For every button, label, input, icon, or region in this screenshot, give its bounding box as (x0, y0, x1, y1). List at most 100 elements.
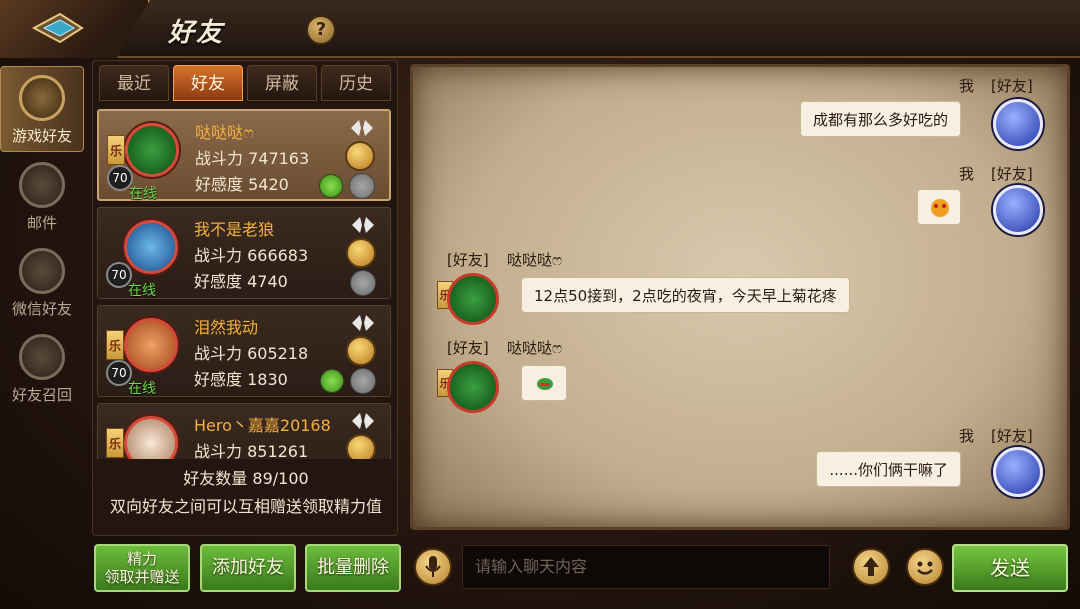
face-emoji-icon (931, 199, 949, 217)
message-bubble: 成都有那么多好吃的 (799, 101, 961, 137)
friend-tag: [好友] (991, 165, 1033, 183)
send-energy-icon[interactable] (346, 238, 376, 268)
button-line: 精力 (126, 550, 157, 568)
message-sender: 我 (959, 427, 975, 445)
friend-card[interactable]: 乐 Hero丶嘉嘉20168 战斗力 851261 (97, 403, 391, 459)
friend-list[interactable]: 乐 70 在线 哒哒哒ෆ 战斗力 747163 好感度 5420 70 在线 我… (97, 109, 395, 459)
header-bar: 好友 ? (0, 0, 1080, 58)
friend-card[interactable]: 70 在线 我不是老狼 战斗力 666683 好感度 4740 (97, 207, 391, 299)
friend-name: Hero丶嘉嘉20168 (194, 416, 331, 435)
emoji-button[interactable] (906, 548, 944, 586)
avatar: 乐 70 在线 (106, 312, 180, 397)
friend-tag: [好友] (447, 339, 489, 357)
avatar: 乐 70 在线 (107, 117, 181, 202)
scroll-up-button[interactable] (852, 548, 890, 586)
message-bubble: ......你们俩干嘛了 (816, 451, 961, 487)
microphone-icon[interactable] (414, 548, 452, 586)
my-avatar[interactable] (993, 447, 1043, 497)
friend-favor: 好感度 4740 (194, 272, 288, 291)
sidebar: 游戏好友 邮件 微信好友 好友召回 (0, 62, 84, 412)
friend-card[interactable]: 乐 70 在线 泪然我动 战斗力 605218 好感度 1830 (97, 305, 391, 397)
my-avatar[interactable] (993, 185, 1043, 235)
paw-avatar-icon (124, 416, 178, 459)
frog-emoji-icon (537, 378, 553, 390)
sidebar-item-friend-recall[interactable]: 好友召回 (0, 326, 84, 412)
rank-wings-icon (352, 315, 374, 331)
online-status: 在线 (129, 186, 157, 202)
sidebar-item-label: 好友召回 (11, 386, 72, 404)
friend-tag: [好友] (447, 251, 489, 269)
message-bubble (917, 189, 961, 225)
send-energy-icon[interactable] (346, 336, 376, 366)
friend-count: 好友数量 89/100 (183, 469, 309, 488)
tab-blocked[interactable]: 屏蔽 (247, 65, 317, 101)
heart-icon[interactable] (350, 368, 376, 394)
heart-icon[interactable] (349, 173, 375, 199)
sidebar-item-wechat-friends[interactable]: 微信好友 (0, 240, 84, 326)
avatar: 70 在线 (106, 214, 180, 299)
friend-power: 战斗力 666683 (194, 246, 309, 265)
le-badge: 乐 (106, 428, 124, 458)
friend-card[interactable]: 乐 70 在线 哒哒哒ෆ 战斗力 747163 好感度 5420 (97, 109, 391, 202)
friend-tag: [好友] (991, 77, 1033, 95)
claim-and-send-energy-button[interactable]: 精力 领取并赠送 (94, 544, 190, 592)
mail-icon (19, 162, 65, 208)
tab-friends[interactable]: 好友 (173, 65, 243, 101)
message-bubble (521, 365, 567, 401)
chat-panel[interactable]: 我 [好友] 成都有那么多好吃的 我 [好友] [好友] 哒哒哒ෆ 乐 12点5… (410, 64, 1070, 530)
online-status: 在线 (128, 283, 156, 299)
friend-tag: [好友] (991, 427, 1033, 445)
back-arrow-icon (31, 12, 84, 44)
message-sender: 哒哒哒ෆ (507, 339, 563, 357)
back-button[interactable] (0, 0, 150, 58)
shield-avatar-icon (124, 318, 178, 372)
sidebar-item-game-friends[interactable]: 游戏好友 (0, 66, 84, 152)
tab-history[interactable]: 历史 (321, 65, 391, 101)
friend-name: 泪然我动 (194, 318, 259, 337)
energy-icon[interactable] (319, 174, 343, 198)
friend-power: 战斗力 605218 (194, 344, 309, 363)
friend-power: 战斗力 851261 (194, 442, 309, 459)
friend-list-footer: 好友数量 89/100 双向好友之间可以互相赠送领取精力值 (93, 465, 399, 517)
fish-avatar-icon (124, 220, 178, 274)
friend-favor: 好感度 5420 (195, 175, 289, 194)
chat-input[interactable]: 请输入聊天内容 (462, 545, 830, 589)
add-friend-button[interactable]: 添加好友 (200, 544, 296, 592)
mic-glyph-icon (425, 556, 441, 577)
friend-favor: 好感度 1830 (194, 370, 288, 389)
friend-note: 双向好友之间可以互相赠送领取精力值 (109, 497, 382, 516)
page-title: 好友 (168, 18, 225, 48)
message-sender: 我 (959, 77, 975, 95)
rank-wings-icon (352, 413, 374, 429)
friend-avatar[interactable] (447, 273, 499, 325)
tab-recent[interactable]: 最近 (99, 65, 169, 101)
arrow-up-icon (863, 557, 879, 576)
help-button[interactable]: ? (306, 15, 336, 45)
wechat-handshake-icon (19, 248, 65, 294)
my-avatar[interactable] (993, 99, 1043, 149)
rank-wings-icon (352, 217, 374, 233)
handshake-icon (19, 75, 65, 121)
friend-power: 战斗力 747163 (195, 149, 310, 168)
sidebar-item-label: 邮件 (26, 214, 57, 232)
sidebar-item-label: 游戏好友 (11, 127, 72, 145)
people-icon (19, 334, 65, 380)
friend-list-panel: 最近 好友 屏蔽 历史 乐 70 在线 哒哒哒ෆ 战斗力 747163 好感度 … (92, 60, 398, 536)
heart-icon[interactable] (350, 270, 376, 296)
le-badge: 乐 (107, 135, 125, 165)
send-button[interactable]: 发送 (952, 544, 1068, 592)
button-line: 领取并赠送 (104, 568, 180, 586)
sidebar-item-mail[interactable]: 邮件 (0, 154, 84, 240)
energy-icon[interactable] (320, 369, 344, 393)
rank-wings-icon (351, 120, 373, 136)
bow-avatar-icon (125, 123, 179, 177)
smiley-icon (917, 561, 933, 575)
avatar: 乐 (106, 410, 180, 459)
friend-avatar[interactable] (447, 361, 499, 413)
message-sender: 哒哒哒ෆ (507, 251, 563, 269)
send-energy-icon[interactable] (345, 141, 375, 171)
batch-delete-button[interactable]: 批量删除 (305, 544, 401, 592)
le-badge: 乐 (106, 330, 124, 360)
send-energy-icon[interactable] (346, 434, 376, 459)
tab-bar: 最近 好友 屏蔽 历史 (99, 65, 391, 101)
